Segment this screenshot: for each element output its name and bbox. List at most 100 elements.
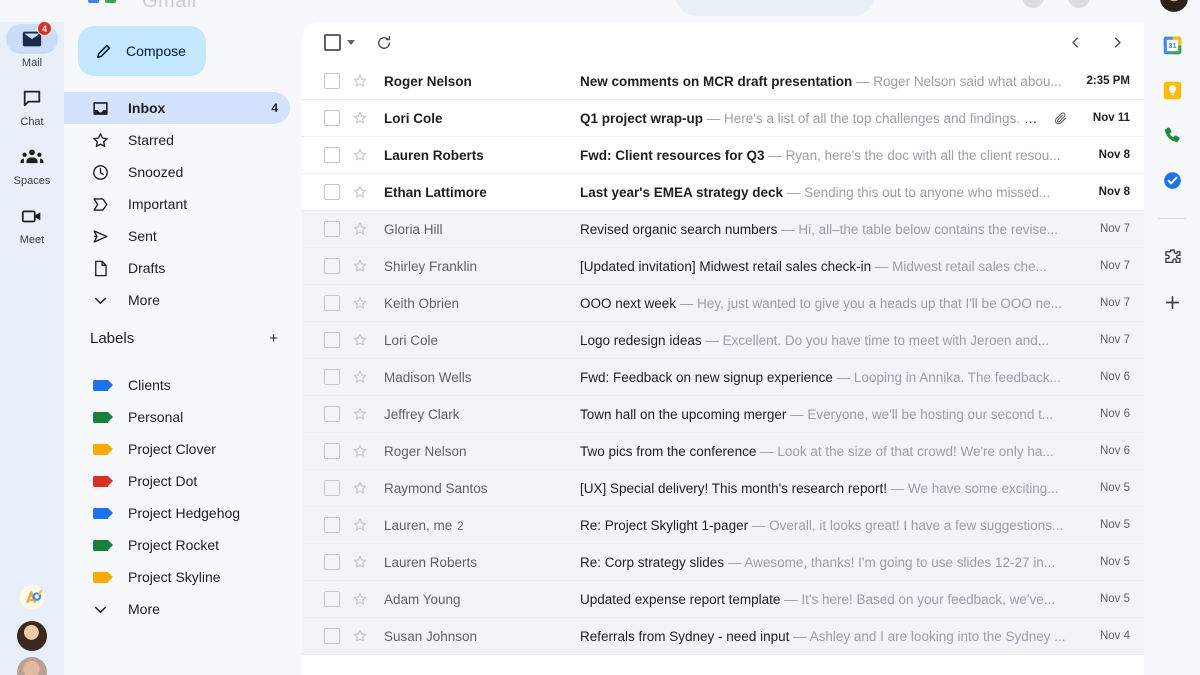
- email-snippet: Midwest retail sales che...: [892, 259, 1047, 274]
- star-icon[interactable]: [352, 295, 370, 311]
- star-icon[interactable]: [352, 554, 370, 570]
- star-icon[interactable]: [352, 110, 370, 126]
- label-item[interactable]: Personal: [64, 401, 290, 433]
- google-tasks-icon[interactable]: [1161, 169, 1183, 191]
- table-row[interactable]: Lori ColeLogo redesign ideas — Excellent…: [302, 322, 1144, 359]
- settings-gear-icon[interactable]: [1068, 0, 1090, 8]
- email-snippet: Hey, just wanted to give you a heads up …: [697, 296, 1062, 311]
- table-row[interactable]: Lauren RobertsRe: Corp strategy slides —…: [302, 544, 1144, 581]
- table-row[interactable]: Madison WellsFwd: Feedback on new signup…: [302, 359, 1144, 396]
- refresh-icon[interactable]: [375, 34, 393, 52]
- row-checkbox[interactable]: [324, 406, 340, 422]
- row-meta: 2:35 PM: [1078, 75, 1130, 87]
- search-input[interactable]: [675, 0, 875, 16]
- star-icon[interactable]: [352, 480, 370, 496]
- row-checkbox[interactable]: [324, 628, 340, 644]
- email-sender: Shirley Franklin: [384, 259, 580, 274]
- row-checkbox[interactable]: [324, 554, 340, 570]
- star-icon[interactable]: [352, 332, 370, 348]
- select-dropdown-chevron-down-icon[interactable]: [347, 40, 355, 45]
- gemini-icon[interactable]: [17, 583, 47, 613]
- rail-item-spaces[interactable]: Spaces: [4, 142, 60, 187]
- row-checkbox[interactable]: [324, 110, 340, 126]
- email-snippet: Look at the size of that crowd! We're on…: [777, 444, 1053, 459]
- sidebar-item-more[interactable]: More: [64, 284, 290, 316]
- row-checkbox[interactable]: [324, 258, 340, 274]
- label-item[interactable]: Clients: [64, 369, 290, 401]
- table-row[interactable]: Susan JohnsonReferrals from Sydney - nee…: [302, 618, 1144, 655]
- addons-puzzle-icon[interactable]: [1161, 246, 1183, 268]
- row-meta: Nov 7: [1078, 297, 1130, 309]
- table-row[interactable]: Adam YoungUpdated expense report templat…: [302, 581, 1144, 618]
- apps-grid-icon[interactable]: [1112, 0, 1134, 8]
- star-icon[interactable]: [352, 147, 370, 163]
- star-icon[interactable]: [352, 221, 370, 237]
- sidebar-item-drafts[interactable]: Drafts: [64, 252, 290, 284]
- sidebar-item-starred[interactable]: Starred: [64, 124, 290, 156]
- avatar[interactable]: [17, 621, 47, 651]
- google-keep-icon[interactable]: [1161, 79, 1183, 101]
- compose-button[interactable]: Compose: [78, 26, 206, 76]
- star-icon[interactable]: [352, 258, 370, 274]
- star-icon[interactable]: [352, 628, 370, 644]
- email-sender: Adam Young: [384, 592, 580, 607]
- row-checkbox[interactable]: [324, 332, 340, 348]
- sidebar-item-snoozed[interactable]: Snoozed: [64, 156, 290, 188]
- star-icon[interactable]: [352, 369, 370, 385]
- star-icon[interactable]: [352, 591, 370, 607]
- table-row[interactable]: Roger NelsonTwo pics from the conference…: [302, 433, 1144, 470]
- sidebar-item-sent[interactable]: Sent: [64, 220, 290, 252]
- row-checkbox[interactable]: [324, 73, 340, 89]
- rail-item-meet[interactable]: Meet: [4, 201, 60, 246]
- row-checkbox[interactable]: [324, 517, 340, 533]
- table-row[interactable]: Lauren RobertsFwd: Client resources for …: [302, 137, 1144, 174]
- sidebar-item-inbox[interactable]: Inbox 4: [64, 92, 290, 124]
- row-checkbox[interactable]: [324, 147, 340, 163]
- table-row[interactable]: Roger NelsonNew comments on MCR draft pr…: [302, 63, 1144, 100]
- label-item[interactable]: Project Rocket: [64, 529, 290, 561]
- star-icon[interactable]: [352, 406, 370, 422]
- row-checkbox[interactable]: [324, 295, 340, 311]
- label-item[interactable]: Project Clover: [64, 433, 290, 465]
- table-row[interactable]: Lauren, me2Re: Project Skylight 1-pager …: [302, 507, 1144, 544]
- star-icon[interactable]: [352, 443, 370, 459]
- star-icon[interactable]: [352, 184, 370, 200]
- google-voice-icon[interactable]: [1161, 124, 1183, 146]
- row-checkbox[interactable]: [324, 221, 340, 237]
- row-checkbox[interactable]: [324, 369, 340, 385]
- support-icon[interactable]: [1022, 0, 1044, 8]
- star-icon[interactable]: [352, 517, 370, 533]
- email-message: Re: Corp strategy slides — Awesome, than…: [580, 555, 1068, 570]
- labels-more-button[interactable]: More: [64, 593, 290, 625]
- row-checkbox[interactable]: [324, 184, 340, 200]
- rail-item-mail[interactable]: 4 Mail: [4, 24, 60, 69]
- sidebar-item-important[interactable]: Important: [64, 188, 290, 220]
- row-checkbox[interactable]: [324, 591, 340, 607]
- table-row[interactable]: Ethan LattimoreLast year's EMEA strategy…: [302, 174, 1144, 211]
- avatar-secondary[interactable]: [17, 657, 47, 675]
- rail-item-chat[interactable]: Chat: [4, 83, 60, 128]
- sender-name: Jeffrey Clark: [384, 407, 460, 422]
- add-shortcut-icon[interactable]: [1161, 291, 1183, 313]
- table-row[interactable]: Lori ColeQ1 project wrap-up — Here's a l…: [302, 100, 1144, 137]
- prev-page-button[interactable]: [1062, 30, 1088, 56]
- select-all-checkbox[interactable]: [324, 34, 341, 51]
- star-icon[interactable]: [352, 73, 370, 89]
- label-item[interactable]: Project Hedgehog: [64, 497, 290, 529]
- star-icon: [90, 130, 110, 150]
- email-snippet: Overall, it looks great! I have a few su…: [769, 518, 1063, 533]
- table-row[interactable]: Shirley Franklin[Updated invitation] Mid…: [302, 248, 1144, 285]
- row-checkbox[interactable]: [324, 480, 340, 496]
- table-row[interactable]: Keith ObrienOOO next week — Hey, just wa…: [302, 285, 1144, 322]
- google-calendar-icon[interactable]: 31: [1161, 34, 1183, 56]
- next-page-button[interactable]: [1104, 30, 1130, 56]
- label-item[interactable]: Project Skyline: [64, 561, 290, 593]
- account-avatar[interactable]: [1160, 0, 1188, 12]
- table-row[interactable]: Gloria HillRevised organic search number…: [302, 211, 1144, 248]
- plus-icon[interactable]: +: [269, 331, 278, 346]
- row-checkbox[interactable]: [324, 443, 340, 459]
- table-row[interactable]: Raymond Santos[UX] Special delivery! Thi…: [302, 470, 1144, 507]
- label-item[interactable]: Project Dot: [64, 465, 290, 497]
- table-row[interactable]: Jeffrey ClarkTown hall on the upcoming m…: [302, 396, 1144, 433]
- gmail-logo-icon[interactable]: [88, 0, 116, 3]
